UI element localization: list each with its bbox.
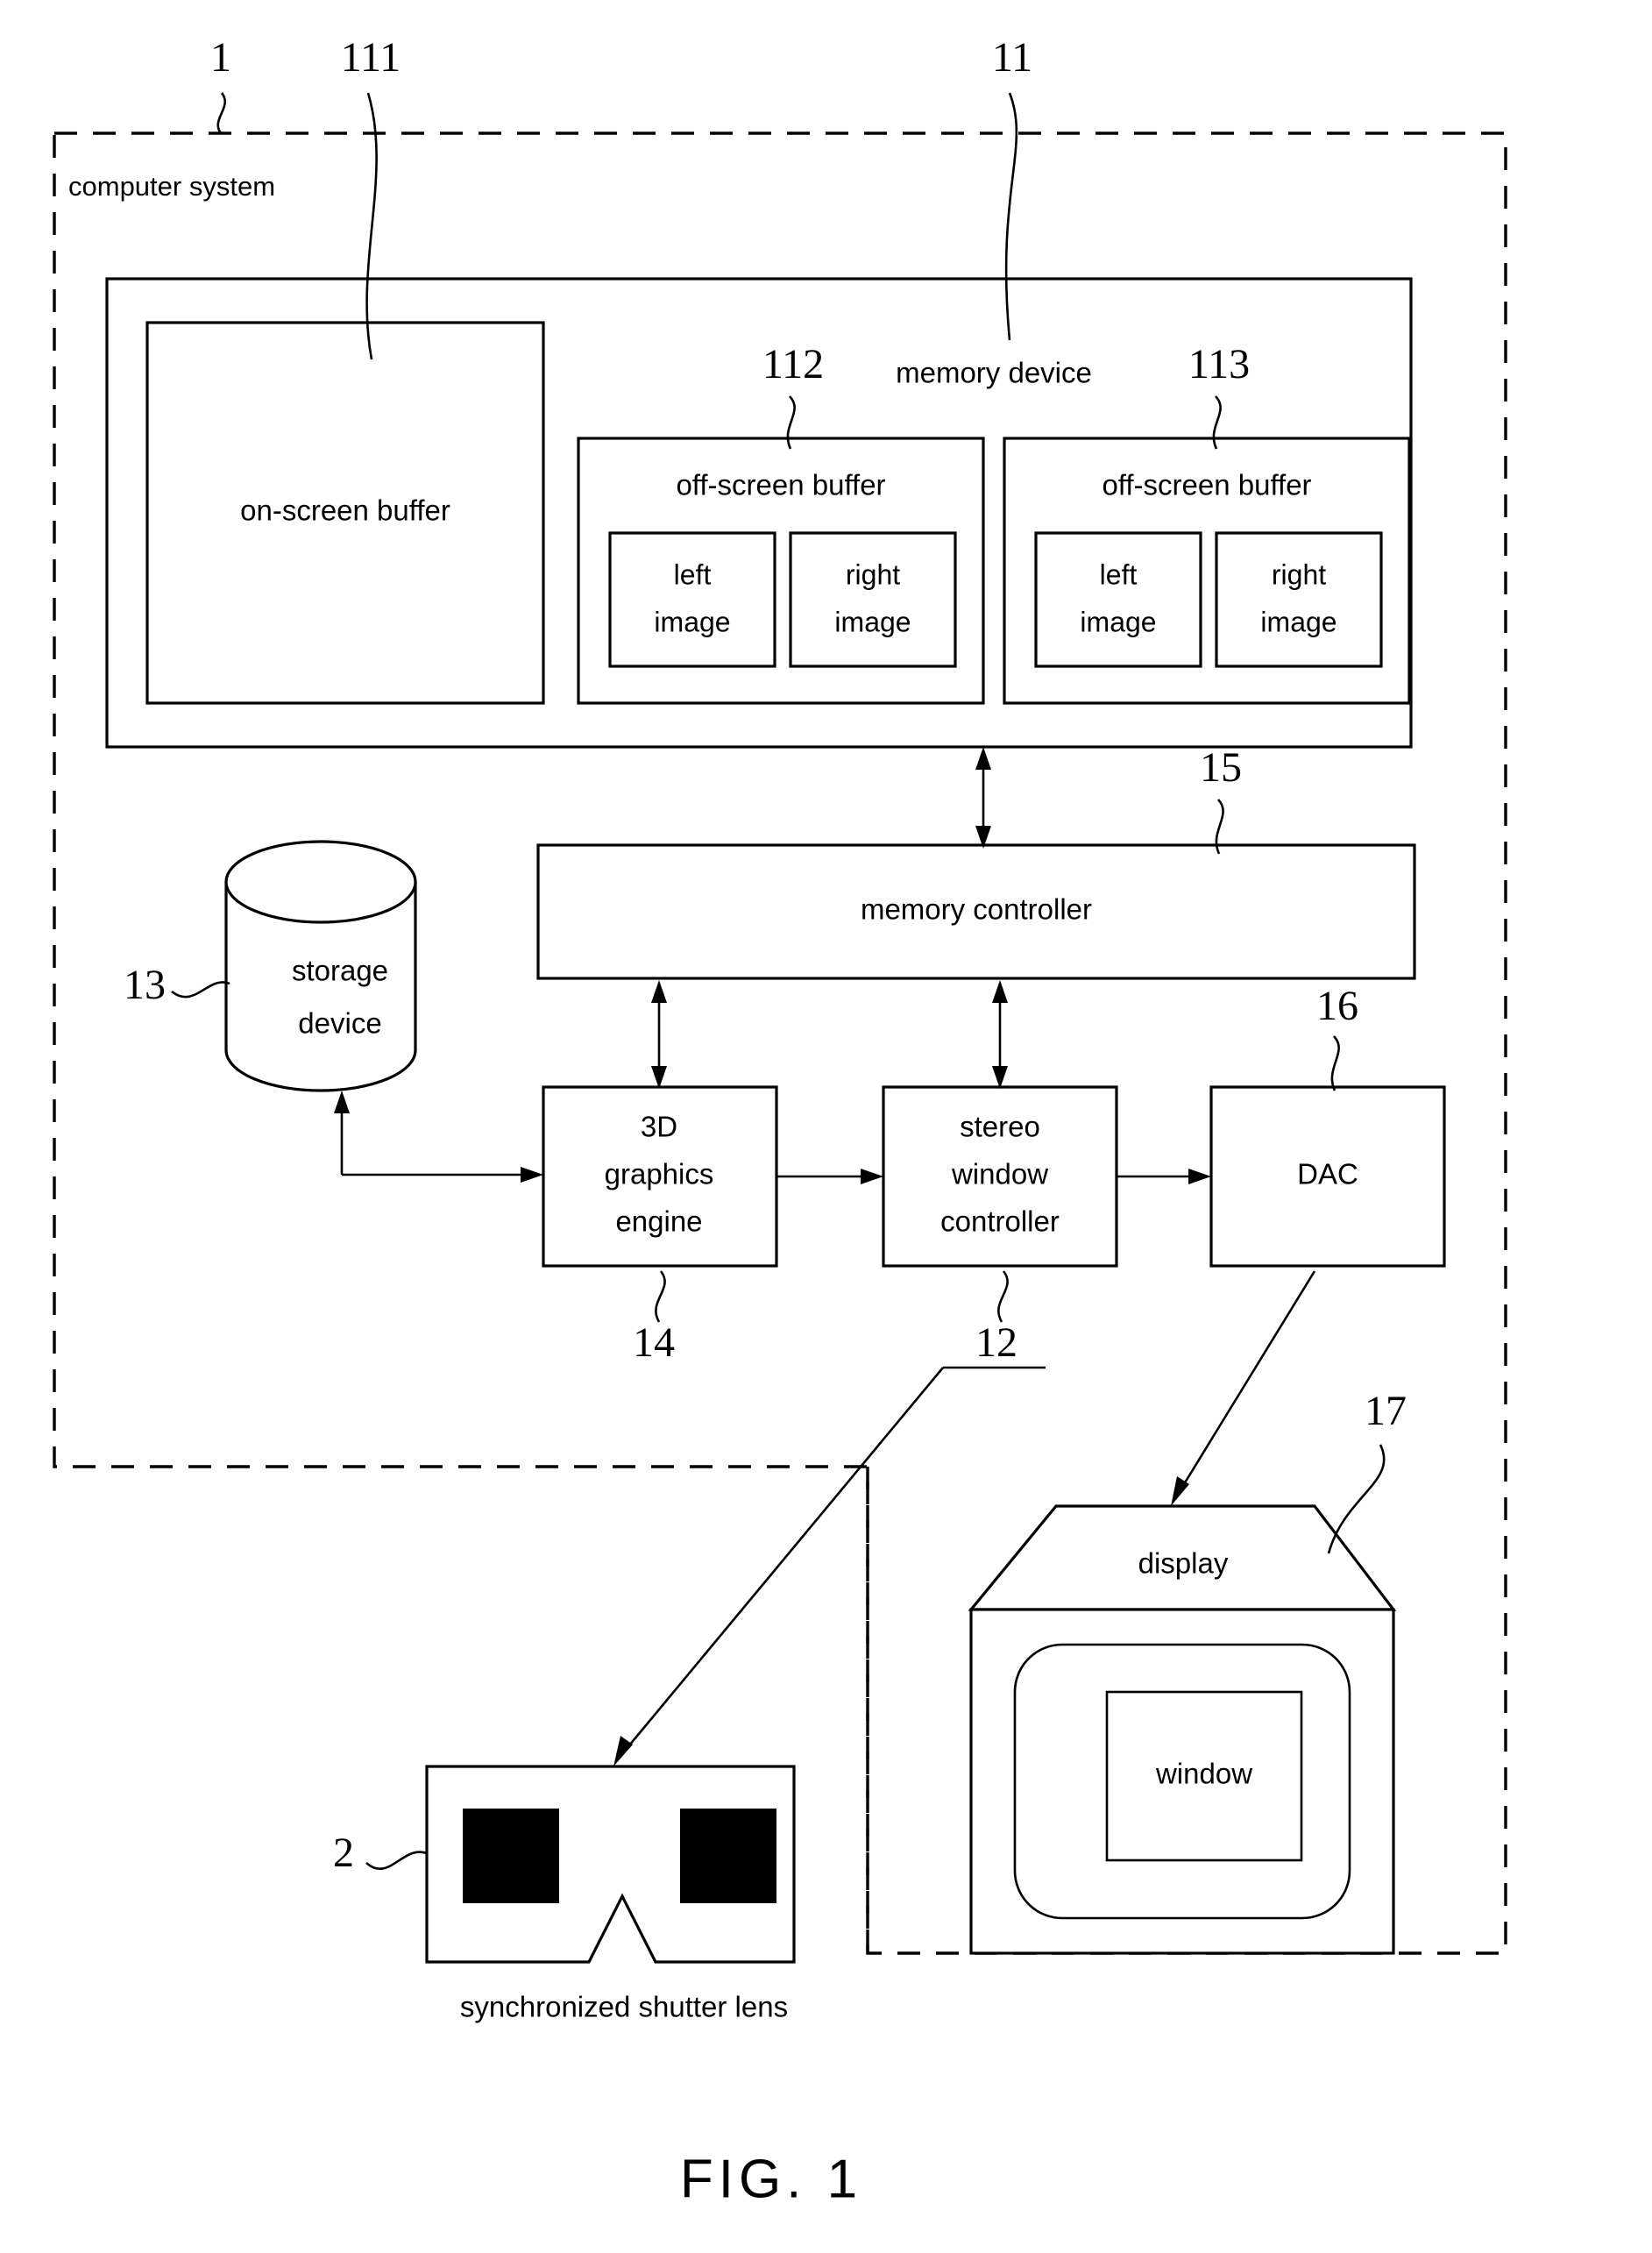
ref-label-off-screen-buffer-a: 112 [762, 341, 824, 387]
ref-label-dac: 16 [1316, 983, 1358, 1029]
ref-label-graphics-engine: 14 [633, 1319, 675, 1366]
arrow-memory-device-to-controller [975, 747, 991, 849]
patent-figure: memory device on-screen buffer off-scree… [0, 0, 1652, 2253]
arrow-controller-to-stereo-window-controller [992, 980, 1008, 1089]
off-screen-buffer-b-left-image-line2: image [1080, 606, 1156, 637]
display-window-label: window [1155, 1758, 1252, 1790]
computer-system-label: computer system [68, 171, 275, 202]
off-screen-buffer-b-right-image-line1: right [1272, 558, 1326, 590]
ref-label-display: 17 [1365, 1388, 1407, 1434]
off-screen-buffer-a-right-image-line2: image [834, 606, 911, 637]
off-screen-buffer-b-right-image-box [1215, 531, 1383, 668]
ref-label-storage-device: 13 [124, 962, 166, 1008]
dac-label: DAC [1297, 1158, 1358, 1190]
ref-lead-shutter-lens [365, 1851, 428, 1870]
ref-label-system: 1 [210, 34, 231, 81]
arrow-dac-to-display [1171, 1270, 1316, 1506]
off-screen-buffer-b-label: off-screen buffer [1102, 469, 1311, 501]
off-screen-buffer-a-left-image-box [608, 531, 776, 668]
stereo-window-controller-line3: controller [940, 1205, 1060, 1238]
display-label: display [1138, 1547, 1229, 1580]
shutter-lens-right-lens [680, 1809, 776, 1903]
arrow-stereo-window-controller-to-dac [1117, 1169, 1211, 1184]
arrow-graphics-engine-to-stereo-window-controller [776, 1169, 883, 1184]
ref-label-shutter-lens: 2 [333, 1830, 354, 1876]
off-screen-buffer-a-left-image-line1: left [674, 558, 712, 590]
graphics-engine-line1: 3D [641, 1111, 677, 1143]
memory-controller-label: memory controller [861, 893, 1092, 926]
ref-lead-stereo-window-controller [997, 1270, 1009, 1323]
ref-label-on-screen-buffer: 111 [341, 34, 401, 81]
ref-lead-system [216, 92, 227, 134]
off-screen-buffer-a-right-image-line1: right [846, 558, 900, 590]
off-screen-buffer-a-left-image-line2: image [654, 606, 730, 637]
ref-lead-graphics-engine [655, 1270, 666, 1323]
on-screen-buffer-label: on-screen buffer [240, 494, 450, 527]
ref-label-off-screen-buffer-b: 113 [1188, 341, 1250, 387]
figure-caption: FIG. 1 [680, 2149, 862, 2209]
ref-lead-dac [1330, 1035, 1340, 1091]
storage-device-label-line2: device [298, 1007, 381, 1040]
ref-label-memory-device: 11 [992, 34, 1032, 81]
off-screen-buffer-b-left-image-line1: left [1100, 558, 1138, 590]
off-screen-buffer-b-left-image-box [1034, 531, 1202, 668]
ref-label-memory-controller: 15 [1200, 744, 1242, 791]
off-screen-buffer-b-right-image-line2: image [1260, 606, 1336, 637]
shutter-lens-caption: synchronized shutter lens [460, 1991, 788, 2023]
figure-canvas: memory device on-screen buffer off-scree… [53, 34, 1507, 2209]
arrow-storage-to-graphics-engine [334, 1091, 543, 1183]
stereo-window-controller-line1: stereo [960, 1111, 1040, 1143]
stereo-window-controller-line2: window [951, 1158, 1048, 1190]
ref-label-stereo-window-controller: 12 [975, 1319, 1017, 1366]
memory-device-label: memory device [896, 357, 1092, 389]
ref-lead-storage-device [171, 981, 230, 999]
graphics-engine-line3: engine [615, 1205, 702, 1238]
arrow-controller-to-graphics-engine [651, 980, 667, 1089]
off-screen-buffer-a-right-image-box [789, 531, 957, 668]
off-screen-buffer-a-label: off-screen buffer [676, 469, 885, 501]
synchronized-shutter-lens [425, 1765, 796, 1964]
storage-device-label-line1: storage [292, 955, 388, 987]
shutter-lens-left-lens [463, 1809, 559, 1903]
graphics-engine-line2: graphics [605, 1158, 714, 1190]
